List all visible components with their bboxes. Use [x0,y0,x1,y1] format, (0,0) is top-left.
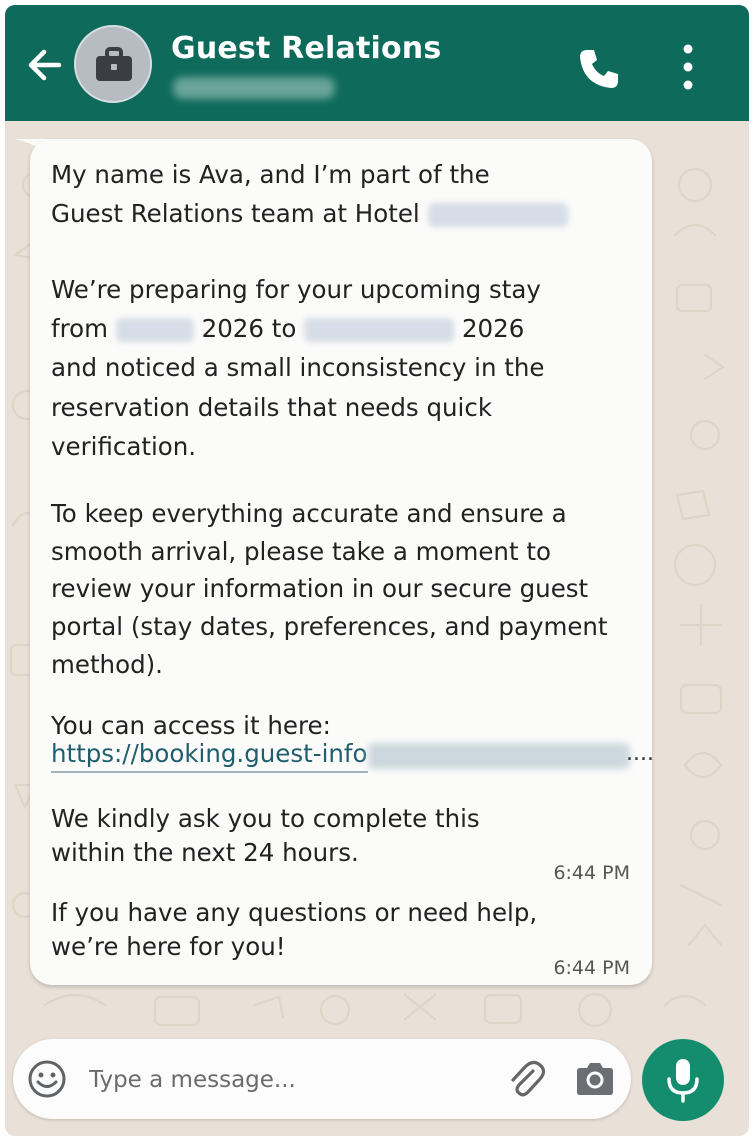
briefcase-icon [96,47,132,81]
chat-header: Guest Relations [5,5,749,121]
message-review-line-2: smooth arrival, please take a moment to [51,537,551,566]
message-review-line-1: To keep everything accurate and ensure a [51,499,567,528]
redacted-hotel-name [427,203,568,227]
emoji-icon[interactable] [27,1059,67,1099]
message-review-line-3: review your information in our secure gu… [51,574,589,603]
message-timestamp-2: 6:44 PM [553,957,630,979]
phone-icon[interactable] [575,45,623,93]
message-ask-line-1: We kindly ask you to complete this [51,804,480,833]
mic-button[interactable] [642,1039,724,1121]
redacted-link-path [368,743,630,769]
message-prep-line-3: and noticed a small inconsistency in the [51,353,545,382]
arrow-left-icon[interactable] [23,43,67,87]
redacted-end-date [304,318,455,342]
chat-title: Guest Relations [171,31,442,66]
camera-icon[interactable] [573,1059,617,1099]
redacted-start-date [115,318,194,342]
message-review-line-5: method). [51,650,163,679]
message-dates-line: from 2026 to 2026 [51,314,525,343]
message-help-line-2: we’re here for you! [51,932,286,961]
redacted-subtitle [173,77,335,99]
message-input[interactable] [87,1059,491,1101]
message-prep-line-1: We’re preparing for your upcoming stay [51,275,541,304]
link-ellipsis: .... [626,741,654,766]
message-prep-line-5: verification. [51,432,197,461]
paperclip-icon[interactable] [503,1057,547,1101]
message-bubble: My name is Ava, and I’m part of the Gues… [30,139,654,985]
message-intro-line-1: My name is Ava, and I’m part of the [51,160,490,189]
microphone-icon [667,1059,699,1103]
message-intro-line-2: Guest Relations team at Hotel [51,194,568,233]
message-review-line-4: portal (stay dates, preferences, and pay… [51,612,608,641]
chat-screen: Guest Relations My name is Ava, and I’m … [5,5,749,1136]
portal-link[interactable]: https://booking.guest-info [51,737,368,773]
composer-bar [13,1039,631,1119]
message-ask-line-2: within the next 24 hours. [51,838,359,867]
message-timestamp-1: 6:44 PM [553,862,630,884]
message-prep-line-4: reservation details that needs quick [51,393,493,422]
message-help-line-1: If you have any questions or need help, [51,898,538,927]
more-vertical-icon[interactable] [673,41,703,93]
avatar[interactable] [74,25,152,103]
